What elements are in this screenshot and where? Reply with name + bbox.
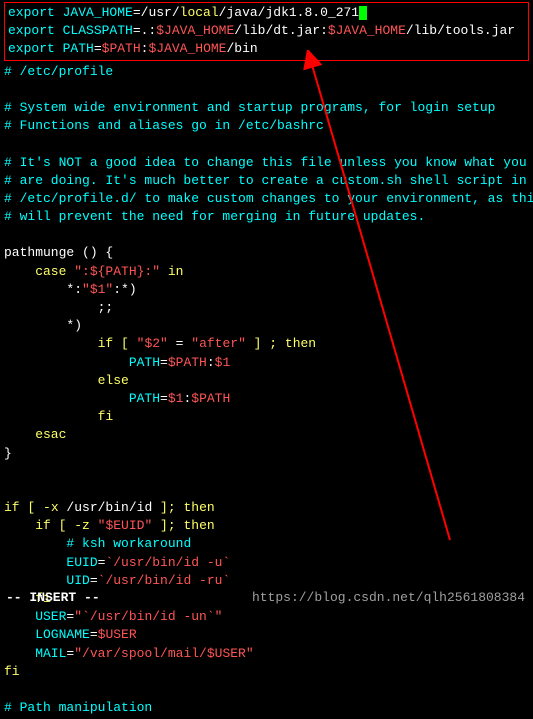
code-line: if [ -x /usr/bin/id ]; then bbox=[4, 499, 529, 517]
blank bbox=[4, 81, 529, 99]
comment-line: # System wide environment and startup pr… bbox=[4, 99, 529, 117]
code-line: *:"$1":*) bbox=[4, 281, 529, 299]
comment-line: # ksh workaround bbox=[4, 535, 529, 553]
code-line: UID=`/usr/bin/id -ru` bbox=[4, 572, 529, 590]
code-line: esac bbox=[4, 426, 529, 444]
code-line: LOGNAME=$USER bbox=[4, 626, 529, 644]
comment-line: # It's NOT a good idea to change this fi… bbox=[4, 154, 529, 172]
blank bbox=[4, 463, 529, 481]
code-line: pathmunge () { bbox=[4, 244, 529, 262]
code-line: MAIL="/var/spool/mail/$USER" bbox=[4, 645, 529, 663]
code-line: EUID=`/usr/bin/id -u` bbox=[4, 554, 529, 572]
code-line: case ":${PATH}:" in bbox=[4, 263, 529, 281]
export-path: export PATH=$PATH:$JAVA_HOME/bin bbox=[8, 40, 525, 58]
export-classpath: export CLASSPATH=.:$JAVA_HOME/lib/dt.jar… bbox=[8, 22, 525, 40]
code-line: ;; bbox=[4, 299, 529, 317]
blank bbox=[4, 481, 529, 499]
vim-mode-indicator: -- INSERT -- bbox=[6, 590, 100, 605]
highlighted-exports: export JAVA_HOME=/usr/local/java/jdk1.8.… bbox=[4, 2, 529, 61]
code-line: PATH=$PATH:$1 bbox=[4, 354, 529, 372]
code-line: else bbox=[4, 372, 529, 390]
comment-line: # /etc/profile bbox=[4, 63, 529, 81]
code-line: if [ -z "$EUID" ]; then bbox=[4, 517, 529, 535]
comment-line: # Functions and aliases go in /etc/bashr… bbox=[4, 117, 529, 135]
watermark: https://blog.csdn.net/qlh2561808384 bbox=[252, 590, 525, 605]
blank bbox=[4, 226, 529, 244]
terminal-view[interactable]: export JAVA_HOME=/usr/local/java/jdk1.8.… bbox=[0, 0, 533, 719]
comment-line: # /etc/profile.d/ to make custom changes… bbox=[4, 190, 529, 208]
blank bbox=[4, 681, 529, 699]
comment-line: # will prevent the need for merging in f… bbox=[4, 208, 529, 226]
blank bbox=[4, 135, 529, 153]
code-line: PATH=$1:$PATH bbox=[4, 390, 529, 408]
cursor bbox=[359, 6, 367, 20]
code-line: } bbox=[4, 445, 529, 463]
code-line: fi bbox=[4, 408, 529, 426]
comment-line: # are doing. It's much better to create … bbox=[4, 172, 529, 190]
code-line: if [ "$2" = "after" ] ; then bbox=[4, 335, 529, 353]
code-line: *) bbox=[4, 317, 529, 335]
comment-line: # Path manipulation bbox=[4, 699, 529, 717]
export-java-home: export JAVA_HOME=/usr/local/java/jdk1.8.… bbox=[8, 4, 525, 22]
code-line: fi bbox=[4, 663, 529, 681]
